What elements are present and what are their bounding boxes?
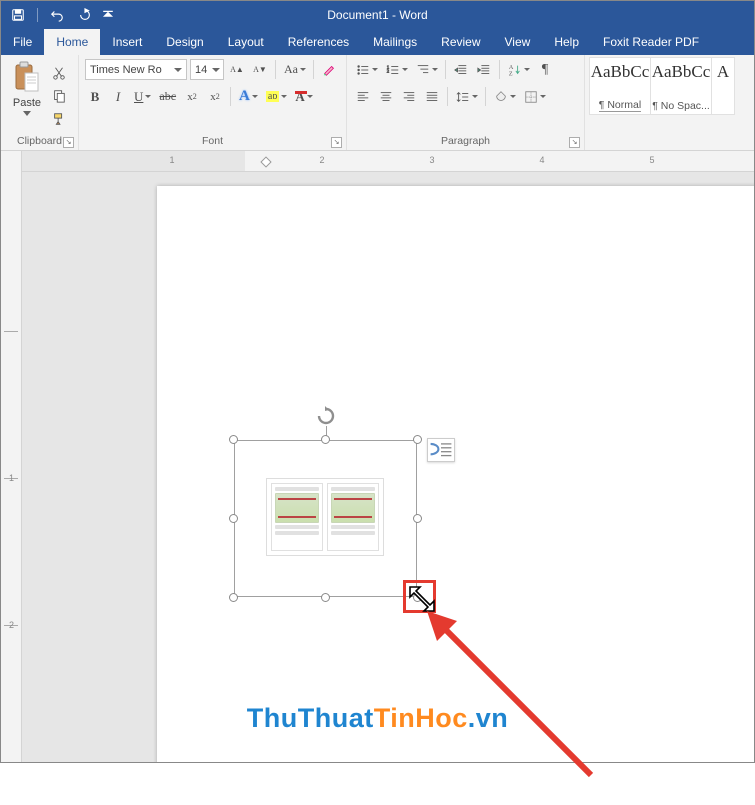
underline-button[interactable]: U — [131, 86, 153, 107]
shading-button[interactable] — [491, 86, 518, 107]
font-color-button[interactable]: A — [292, 86, 314, 107]
resize-handle-bm[interactable] — [321, 593, 330, 602]
clipboard-launcher-icon[interactable]: ↘ — [63, 137, 74, 148]
svg-text:A: A — [509, 65, 514, 71]
multilevel-list-button[interactable] — [413, 59, 440, 80]
justify-button[interactable] — [422, 86, 442, 107]
tab-view[interactable]: View — [493, 29, 543, 55]
tab-layout[interactable]: Layout — [216, 29, 276, 55]
highlight-button[interactable]: ab — [263, 86, 289, 107]
paste-icon[interactable] — [12, 59, 42, 95]
numbering-button[interactable]: 12 — [383, 59, 410, 80]
change-case-button[interactable]: Aa — [281, 59, 308, 80]
title-bar: Document1 - Word — [1, 1, 754, 29]
vertical-ruler[interactable]: 1 2 — [1, 151, 22, 762]
align-left-button[interactable] — [353, 86, 373, 107]
ribbon-tabs: File Home Insert Design Layout Reference… — [1, 29, 754, 55]
resize-handle-tl[interactable] — [229, 435, 238, 444]
tab-review[interactable]: Review — [429, 29, 492, 55]
save-icon[interactable] — [7, 4, 29, 26]
tab-home[interactable]: Home — [44, 29, 100, 55]
undo-icon[interactable] — [46, 4, 68, 26]
align-center-button[interactable] — [376, 86, 396, 107]
tab-help[interactable]: Help — [542, 29, 591, 55]
svg-text:2: 2 — [387, 68, 389, 73]
group-label-styles: Styles — [585, 135, 754, 150]
resize-handle-ml[interactable] — [229, 514, 238, 523]
style-normal[interactable]: AaBbCc ¶ Normal — [589, 57, 651, 115]
style-no-spacing[interactable]: AaBbCc ¶ No Spac... — [650, 57, 712, 115]
tab-mailings[interactable]: Mailings — [361, 29, 429, 55]
group-clipboard: Paste Clipboard↘ — [1, 55, 79, 150]
selected-image[interactable] — [234, 440, 417, 597]
redo-icon[interactable] — [74, 4, 96, 26]
ribbon: Paste Clipboard↘ Times New Ro 14 A▲ A▼ A… — [1, 55, 754, 151]
tab-insert[interactable]: Insert — [100, 29, 154, 55]
svg-text:Z: Z — [509, 71, 513, 77]
sort-button[interactable]: AZ — [505, 59, 532, 80]
tab-foxit[interactable]: Foxit Reader PDF — [591, 29, 711, 55]
paste-label[interactable]: Paste — [13, 97, 41, 109]
resize-handle-tr[interactable] — [413, 435, 422, 444]
shrink-font-button[interactable]: A▼ — [250, 59, 270, 80]
show-marks-button[interactable]: ¶ — [535, 59, 555, 80]
annotation-highlight-box — [403, 580, 436, 613]
first-line-indent-icon[interactable] — [260, 156, 271, 167]
group-label-clipboard: Clipboard↘ — [1, 135, 78, 150]
group-label-paragraph: Paragraph↘ — [347, 135, 584, 150]
font-launcher-icon[interactable]: ↘ — [331, 137, 342, 148]
tab-design[interactable]: Design — [154, 29, 215, 55]
resize-handle-bl[interactable] — [229, 593, 238, 602]
italic-button[interactable]: I — [108, 86, 128, 107]
tab-references[interactable]: References — [276, 29, 361, 55]
bullets-button[interactable] — [353, 59, 380, 80]
bold-button[interactable]: B — [85, 86, 105, 107]
watermark: ThuThuatTinHoc.vn — [1, 703, 754, 734]
increase-indent-button[interactable] — [474, 59, 494, 80]
resize-cursor-icon — [402, 579, 442, 619]
superscript-button[interactable]: x2 — [205, 86, 225, 107]
font-size-combo[interactable]: 14 — [190, 59, 224, 80]
resize-handle-mr[interactable] — [413, 514, 422, 523]
resize-handle-tm[interactable] — [321, 435, 330, 444]
paste-dropdown-icon[interactable] — [23, 111, 31, 116]
image-thumbnail — [266, 478, 384, 556]
group-styles: AaBbCc ¶ Normal AaBbCc ¶ No Spac... A St… — [585, 55, 754, 150]
grow-font-button[interactable]: A▲ — [227, 59, 247, 80]
group-paragraph: 12 AZ ¶ Paragraph↘ — [347, 55, 585, 150]
layout-options-icon[interactable] — [427, 438, 455, 462]
cut-icon[interactable] — [49, 63, 69, 83]
paragraph-launcher-icon[interactable]: ↘ — [569, 137, 580, 148]
subscript-button[interactable]: x2 — [182, 86, 202, 107]
group-label-font: Font↘ — [79, 135, 346, 150]
text-effects-button[interactable]: A — [236, 86, 260, 107]
decrease-indent-button[interactable] — [451, 59, 471, 80]
rotate-handle-icon[interactable] — [316, 406, 336, 426]
document-area: ⌐ 1 2 1 2 3 4 5 — [1, 151, 754, 762]
align-right-button[interactable] — [399, 86, 419, 107]
format-painter-icon[interactable] — [49, 109, 69, 129]
qat-customize-icon[interactable] — [102, 4, 114, 26]
borders-button[interactable] — [521, 86, 548, 107]
horizontal-ruler[interactable]: 1 2 3 4 5 — [22, 151, 754, 172]
strikethrough-button[interactable]: abc — [156, 86, 179, 107]
tab-file[interactable]: File — [1, 29, 44, 55]
clear-formatting-icon[interactable] — [319, 59, 339, 80]
line-spacing-button[interactable] — [453, 86, 480, 107]
style-partial[interactable]: A — [711, 57, 735, 115]
font-name-combo[interactable]: Times New Ro — [85, 59, 187, 80]
group-font: Times New Ro 14 A▲ A▼ Aa B I U abc x2 x2… — [79, 55, 347, 150]
copy-icon[interactable] — [49, 86, 69, 106]
